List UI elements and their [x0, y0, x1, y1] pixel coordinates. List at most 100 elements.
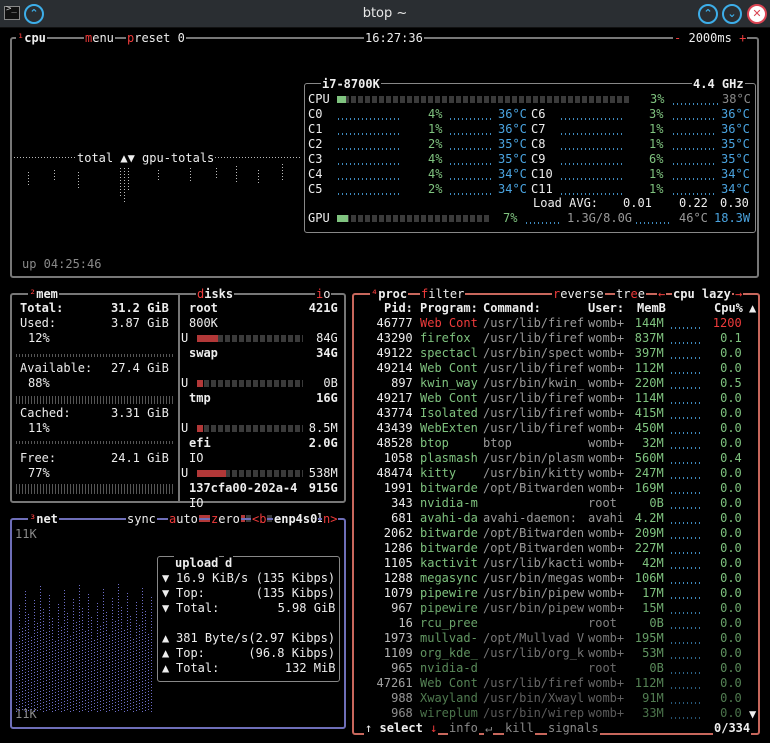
- table-row[interactable]: 1079 pipewire/usr/bin/pipew womb+ 17M 0.0: [358, 586, 758, 601]
- sync-toggle[interactable]: sync: [126, 512, 157, 527]
- proc-cpu: 0.0: [720, 601, 742, 615]
- proc-footer-info[interactable]: info: [448, 721, 479, 736]
- proc-footer-kill[interactable]: kill: [504, 721, 535, 736]
- table-row[interactable]: 1105 kactivit/usr/lib/kacti womb+ 42M 0.0: [358, 556, 758, 571]
- table-row[interactable]: 16 rcu_pree root 0B 0.0: [358, 616, 758, 631]
- table-row[interactable]: 43439 WebExten/usr/lib/firef womb+ 450M 0.0: [358, 421, 758, 436]
- proc-user: womb+: [588, 436, 625, 450]
- proc-cpu: 0.0: [720, 361, 742, 375]
- core-temp: 35°C: [721, 152, 750, 166]
- next-iface-button[interactable]: n>: [322, 512, 339, 527]
- proc-cpu-graph: [671, 627, 701, 629]
- proc-mem: 169M: [634, 481, 664, 495]
- proc-footer-signals[interactable]: signals: [547, 721, 600, 736]
- table-row[interactable]: 1286 bitwarde/opt/Bitwarden womb+ 227M 0.0: [358, 541, 758, 556]
- sort-prev-button[interactable]: ←: [657, 287, 667, 302]
- mem-tab[interactable]: ²mem: [28, 287, 59, 302]
- header-mem[interactable]: MemB: [637, 301, 666, 316]
- table-row[interactable]: 1991 bitwarde/opt/Bitwarden womb+ 169M 0.0: [358, 481, 758, 496]
- proc-cpu: 0.0: [720, 631, 742, 645]
- minimize-icon[interactable]: ⌄: [722, 4, 742, 24]
- cpu-total-label: CPU: [308, 92, 330, 106]
- table-row[interactable]: 47261 Web Cont/usr/lib/firef womb+ 112M 0.0: [358, 676, 758, 691]
- table-row[interactable]: 49214 Web Cont/usr/lib/firef womb+ 112M 0.0: [358, 361, 758, 376]
- table-row[interactable]: 988 Xwayland/usr/bin/Xwayl womb+ 91M 0.0: [358, 691, 758, 706]
- proc-cpu: 0.0: [720, 541, 742, 555]
- proc-cpu-graph: [671, 657, 701, 659]
- proc-pid: 2062: [383, 526, 413, 540]
- table-row[interactable]: 43290 firefox/usr/lib/firef womb+ 837M 0.1: [358, 331, 758, 346]
- proc-footer-enter: ↵: [484, 721, 494, 736]
- table-row[interactable]: 2062 bitwarde/opt/Bitwarden womb+ 209M 0.0: [358, 526, 758, 541]
- reverse-toggle[interactable]: reverse: [552, 287, 605, 302]
- proc-pid: 988: [391, 691, 413, 705]
- interval-control[interactable]: - 2000ms +: [673, 31, 748, 46]
- download-arrow-icon: ▲: [162, 646, 170, 660]
- proc-user: womb+: [588, 451, 625, 465]
- header-user[interactable]: User:: [588, 301, 624, 316]
- proc-mem: 17M: [642, 586, 664, 600]
- core-usage-graph: [561, 118, 623, 120]
- core-temp-graph: [673, 133, 717, 135]
- proc-mem: 195M: [634, 631, 664, 645]
- table-row[interactable]: 967 pipewire/usr/bin/pipew womb+ 15M 0.0: [358, 601, 758, 616]
- core-label: C9: [531, 152, 546, 166]
- proc-user: womb+: [588, 586, 625, 600]
- minimize-up-icon[interactable]: ⌃: [698, 4, 718, 24]
- proc-user: avahi: [588, 511, 625, 525]
- cpu-tab[interactable]: ¹cpu: [16, 31, 47, 46]
- proc-user: womb+: [588, 526, 625, 540]
- net-tab[interactable]: ³net: [28, 512, 59, 527]
- table-row[interactable]: 1058 plasmash/usr/bin/plasm womb+ 560M 0.4: [358, 451, 758, 466]
- header-program[interactable]: Program:: [420, 301, 478, 316]
- proc-cpu: 0.0: [720, 436, 742, 450]
- net-graph-bar: [76, 622, 77, 712]
- core-usage-graph: [561, 178, 623, 180]
- preset-button[interactable]: preset 0: [126, 31, 186, 46]
- proc-command: /usr/lib/firef: [483, 331, 585, 345]
- table-row[interactable]: 49122 spectacl/usr/bin/spect womb+ 397M 0.0: [358, 346, 758, 361]
- tree-toggle[interactable]: tree: [615, 287, 646, 302]
- header-command[interactable]: Command:: [483, 301, 541, 316]
- table-row[interactable]: 968 wireplum/usr/bin/wirep womb+ 33M 0.0: [358, 706, 758, 721]
- table-row[interactable]: 1109 org_kde_ /usr/lib/org_k womb+ 53M 0.0: [358, 646, 758, 661]
- table-row[interactable]: 1288 megasync/usr/bin/megas womb+ 106M 0.0: [358, 571, 758, 586]
- table-row[interactable]: 1973 mullvad- /opt/Mullvad Vwomb+ 195M 0.0: [358, 631, 758, 646]
- prev-iface-button[interactable]: <b: [251, 512, 268, 527]
- proc-tab[interactable]: ⁴proc: [370, 287, 409, 302]
- table-row[interactable]: 43774 Isolated/usr/lib/firef womb+ 415M 0.0: [358, 406, 758, 421]
- proc-cpu-graph: [671, 327, 701, 329]
- load-avg-label: Load AVG:: [533, 196, 599, 210]
- table-row[interactable]: 965 nvidia-d root 0B 0.0: [358, 661, 758, 676]
- proc-footer-select[interactable]: ↑ select ↓: [364, 721, 439, 736]
- table-row[interactable]: 48474 kitty/usr/bin/kitty womb+ 247M 0.0: [358, 466, 758, 481]
- auto-toggle[interactable]: auto: [168, 512, 199, 527]
- zero-toggle[interactable]: zero: [210, 512, 241, 527]
- header-pid[interactable]: Pid:: [384, 301, 413, 316]
- scroll-up-icon[interactable]: ▲: [749, 301, 756, 316]
- table-row[interactable]: 681 avahi-da avahi-daemon: avahi 4.2M 0.0: [358, 511, 758, 526]
- core-label: C6: [531, 107, 546, 121]
- core-usage-graph: [561, 133, 623, 135]
- table-row[interactable]: 49217 Web Cont/usr/lib/firef womb+ 114M 0.0: [358, 391, 758, 406]
- core-label: C2: [308, 137, 323, 151]
- table-row[interactable]: 46777 Web Cont/usr/lib/firef womb+ 144M 1200: [358, 316, 758, 331]
- proc-cpu: 0.0: [720, 346, 742, 360]
- proc-program: rcu_pree: [420, 616, 478, 630]
- net-graph-bar: [40, 586, 41, 712]
- core-temp: 34°C: [721, 182, 750, 196]
- table-row[interactable]: 48528 btop btop womb+ 32M 0.0: [358, 436, 758, 451]
- io-tab[interactable]: io: [315, 287, 332, 302]
- sort-next-button[interactable]: →: [734, 287, 744, 302]
- proc-pid: 343: [391, 496, 413, 510]
- proc-program: bitwarde: [420, 481, 478, 495]
- proc-user: womb+: [588, 346, 625, 360]
- proc-mem: 0B: [649, 661, 664, 675]
- table-row[interactable]: 343 nvidia-m root 0B 0.0: [358, 496, 758, 511]
- filter-button[interactable]: filter: [420, 287, 466, 302]
- table-row[interactable]: 897 kwin_way/usr/bin/kwin_ womb+ 220M 0.5: [358, 376, 758, 391]
- disks-tab[interactable]: disks: [196, 287, 235, 302]
- close-icon[interactable]: ✕: [747, 4, 767, 24]
- header-cpu[interactable]: Cpu%: [714, 301, 743, 316]
- disk-used: 84G: [316, 331, 338, 345]
